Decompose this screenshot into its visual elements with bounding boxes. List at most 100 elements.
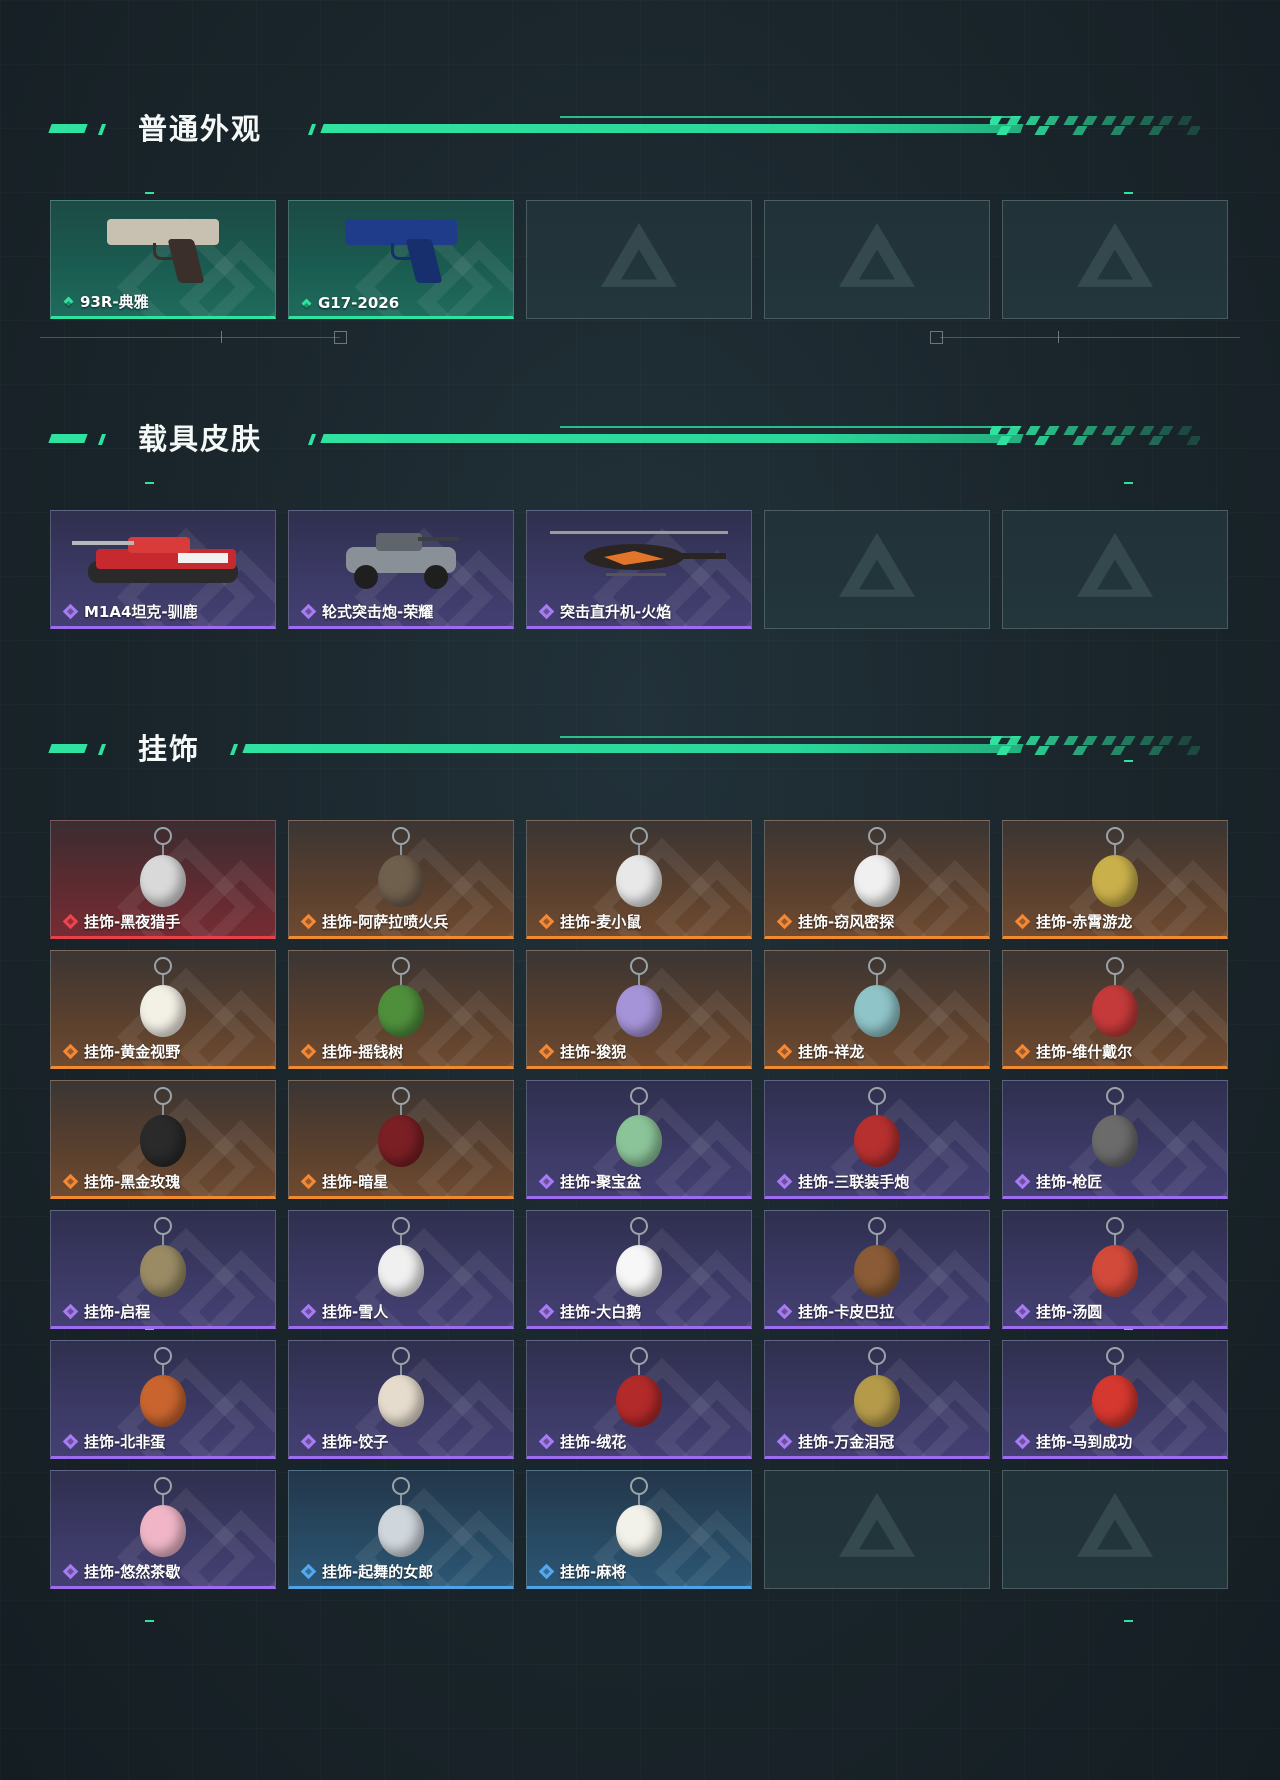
item-card[interactable]: 挂饰-聚宝盆	[526, 1080, 752, 1199]
charm-feather-icon	[371, 1087, 431, 1167]
chain-icon	[1114, 845, 1116, 855]
rarity-diamond-icon	[1014, 1433, 1031, 1450]
keyring-icon	[868, 827, 886, 845]
keyring-icon	[154, 957, 172, 975]
item-card[interactable]: 挂饰-汤圆	[1002, 1210, 1228, 1329]
keyring-icon	[868, 957, 886, 975]
item-card[interactable]: 挂饰-狻猊	[526, 950, 752, 1069]
item-card[interactable]: 挂饰-黑金玫瑰	[50, 1080, 276, 1199]
item-label: 挂饰-麻将	[538, 1561, 627, 1582]
item-card[interactable]: M1A4坦克-驯鹿	[50, 510, 276, 629]
item-card[interactable]: 挂饰-阿萨拉喷火兵	[288, 820, 514, 939]
empty-slot	[1002, 200, 1228, 319]
item-card[interactable]: 挂饰-赤霄游龙	[1002, 820, 1228, 939]
item-label: 挂饰-阿萨拉喷火兵	[300, 911, 448, 932]
item-name: 挂饰-维什戴尔	[1036, 1043, 1133, 1061]
rarity-diamond-icon	[62, 603, 79, 620]
checker-block	[1186, 126, 1200, 135]
rarity-diamond-icon	[300, 1303, 317, 1320]
item-card[interactable]: 挂饰-启程	[50, 1210, 276, 1329]
item-card[interactable]: 挂饰-麻将	[526, 1470, 752, 1589]
charm-body-icon	[378, 855, 424, 907]
item-card[interactable]: 挂饰-维什戴尔	[1002, 950, 1228, 1069]
tick-decor	[1124, 482, 1133, 484]
charm-body-icon	[616, 855, 662, 907]
checker-block	[1034, 746, 1050, 755]
timeline-decor	[940, 337, 1240, 338]
item-card[interactable]: 挂饰-暗星	[288, 1080, 514, 1199]
item-name: 挂饰-麻将	[560, 1563, 627, 1581]
chain-icon	[162, 1105, 164, 1115]
item-card[interactable]: 挂饰-北非蛋	[50, 1340, 276, 1459]
item-card[interactable]: 轮式突击炮-荣耀	[288, 510, 514, 629]
header-checker-decor	[990, 426, 1200, 446]
item-card[interactable]: 挂饰-枪匠	[1002, 1080, 1228, 1199]
item-card[interactable]: 挂饰-窃风密探	[764, 820, 990, 939]
chain-icon	[400, 975, 402, 985]
charm-soldier-icon	[371, 827, 431, 907]
chain-icon	[638, 1365, 640, 1375]
item-card[interactable]: 挂饰-祥龙	[764, 950, 990, 1069]
item-card[interactable]: G17-2026	[288, 200, 514, 319]
charm-bowl-icon	[609, 1087, 669, 1167]
item-card[interactable]: 挂饰-万金泪冠	[764, 1340, 990, 1459]
header-dash	[97, 434, 107, 445]
item-card[interactable]: 挂饰-起舞的女郎	[288, 1470, 514, 1589]
item-label: 挂饰-聚宝盆	[538, 1171, 641, 1192]
charm-body-icon	[1092, 985, 1138, 1037]
tank-barrel	[72, 541, 134, 545]
charm-body-icon	[378, 985, 424, 1037]
charm-body-icon	[616, 1505, 662, 1557]
header-dash	[48, 124, 88, 133]
header-thin-line	[560, 736, 1020, 738]
item-card[interactable]: 挂饰-卡皮巴拉	[764, 1210, 990, 1329]
keyring-icon	[1106, 1347, 1124, 1365]
item-card[interactable]: 挂饰-雪人	[288, 1210, 514, 1329]
item-card[interactable]: 挂饰-麦小鼠	[526, 820, 752, 939]
checker-block	[1025, 116, 1041, 125]
pistol-slide	[345, 219, 457, 245]
checker-block	[1177, 736, 1193, 745]
item-name: 挂饰-卡皮巴拉	[798, 1303, 895, 1321]
checker-block	[1044, 116, 1060, 125]
checker-block	[1063, 736, 1079, 745]
rarity-diamond-icon	[300, 1563, 317, 1580]
item-name: 挂饰-暗星	[322, 1173, 389, 1191]
header-dash	[48, 744, 88, 753]
charm-body-icon	[140, 1505, 186, 1557]
tank-stripe	[178, 553, 228, 563]
checker-block	[1177, 426, 1193, 435]
item-card[interactable]: 挂饰-黄金视野	[50, 950, 276, 1069]
item-card[interactable]: 挂饰-三联装手炮	[764, 1080, 990, 1199]
checker-block	[1072, 436, 1088, 445]
checker-block	[1006, 116, 1022, 125]
checker-block	[1044, 426, 1060, 435]
pistol-trigger	[153, 243, 179, 260]
checker-block	[1139, 736, 1155, 745]
item-card[interactable]: 挂饰-悠然茶歇	[50, 1470, 276, 1589]
item-card[interactable]: 挂饰-饺子	[288, 1340, 514, 1459]
item-card[interactable]: 挂饰-摇钱树	[288, 950, 514, 1069]
empty-slot	[526, 200, 752, 319]
header-bar	[320, 434, 1024, 443]
item-label: 挂饰-卡皮巴拉	[776, 1301, 895, 1322]
charm-body-icon	[616, 1375, 662, 1427]
item-card[interactable]: 突击直升机-火焰	[526, 510, 752, 629]
item-card[interactable]: 93R-典雅	[50, 200, 276, 319]
checker-block	[1082, 736, 1098, 745]
timeline-square	[334, 331, 347, 344]
charm-body-icon	[140, 1375, 186, 1427]
charm-body-icon	[140, 855, 186, 907]
item-name: 挂饰-赤霄游龙	[1036, 913, 1133, 931]
item-card[interactable]: 挂饰-绒花	[526, 1340, 752, 1459]
keyring-icon	[868, 1347, 886, 1365]
charm-dragon-icon	[847, 957, 907, 1037]
checker-block	[1034, 126, 1050, 135]
charm-mahjong-icon	[609, 1477, 669, 1557]
item-card[interactable]: 挂饰-黑夜猎手	[50, 820, 276, 939]
item-card[interactable]: 挂饰-马到成功	[1002, 1340, 1228, 1459]
chain-icon	[876, 1235, 878, 1245]
item-label: 轮式突击炮-荣耀	[300, 601, 433, 622]
item-name: 挂饰-起舞的女郎	[322, 1563, 434, 1581]
item-card[interactable]: 挂饰-大白鹅	[526, 1210, 752, 1329]
